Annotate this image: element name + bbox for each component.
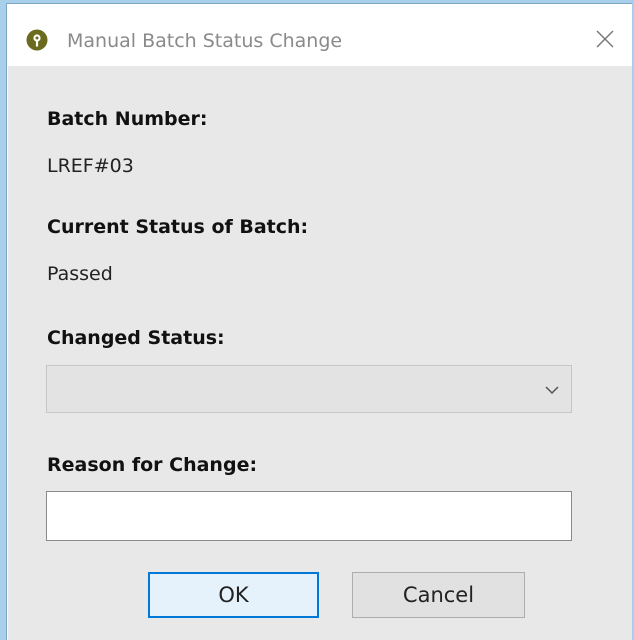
close-icon [595, 29, 615, 53]
reason-input[interactable] [46, 491, 572, 541]
current-status-label: Current Status of Batch: [47, 216, 309, 238]
cancel-button[interactable]: Cancel [352, 572, 525, 618]
batch-number-label: Batch Number: [47, 108, 208, 130]
changed-status-label: Changed Status: [47, 327, 225, 349]
title-bar: Manual Batch Status Change [7, 4, 632, 66]
dialog-window: Manual Batch Status Change Batch Number:… [6, 3, 632, 640]
help-icon [26, 29, 48, 51]
ok-button[interactable]: OK [148, 572, 319, 618]
current-status-value: Passed [47, 263, 113, 285]
close-button[interactable] [590, 26, 620, 56]
reason-label: Reason for Change: [47, 454, 258, 476]
changed-status-dropdown[interactable] [46, 365, 572, 413]
chevron-down-icon [543, 381, 561, 399]
window-title: Manual Batch Status Change [67, 30, 343, 52]
batch-number-value: LREF#03 [47, 155, 134, 177]
